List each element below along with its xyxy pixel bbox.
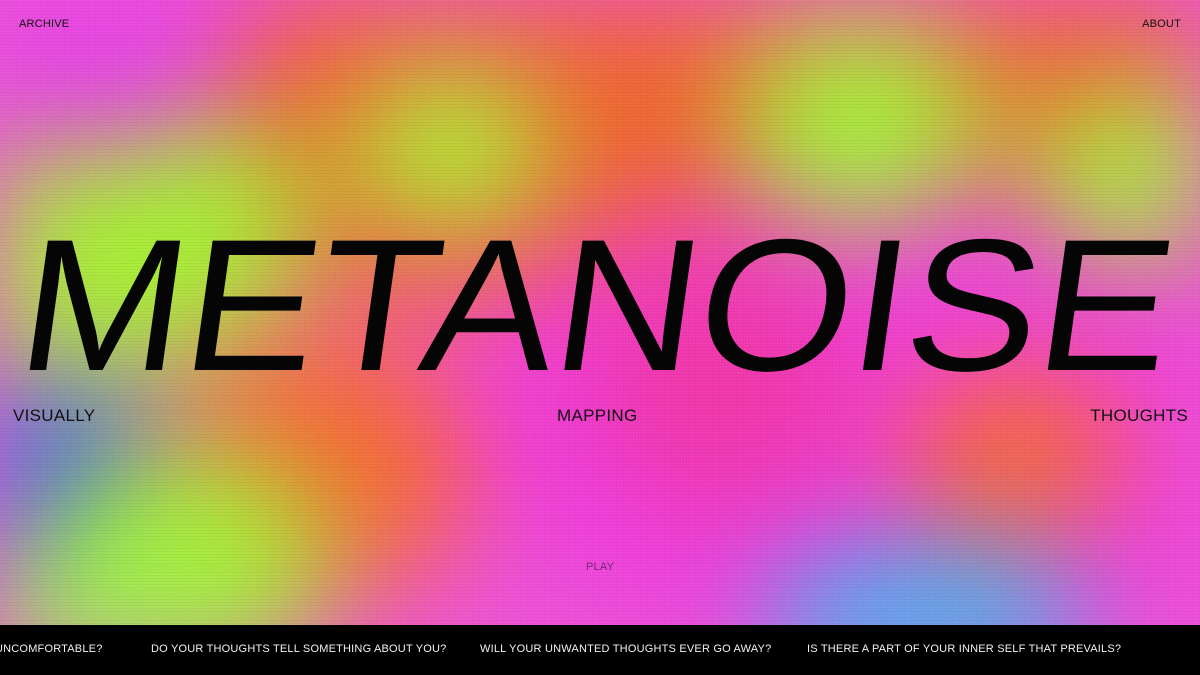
hero-title-svg: METANOISE [8, 201, 1188, 411]
ticker-question: UNCOMFORTABLE? [0, 643, 103, 655]
archive-link[interactable]: ARCHIVE [19, 18, 69, 30]
hero-title: METANOISE [8, 201, 1188, 411]
questions-ticker: UNCOMFORTABLE? DO YOUR THOUGHTS TELL SOM… [0, 625, 1200, 675]
tagline-visually: VISUALLY [13, 406, 96, 425]
tagline-mapping: MAPPING [557, 406, 638, 425]
ticker-question: IS THERE A PART OF YOUR INNER SELF THAT … [807, 643, 1122, 655]
ticker-question: DO YOUR THOUGHTS TELL SOMETHING ABOUT YO… [151, 643, 447, 655]
hero-title-group: METANOISE [8, 201, 1188, 411]
tagline-thoughts: THOUGHTS [1090, 406, 1188, 425]
play-button[interactable]: PLAY [586, 561, 614, 573]
ticker-track: UNCOMFORTABLE? DO YOUR THOUGHTS TELL SOM… [0, 643, 1200, 657]
page-root: ARCHIVE ABOUT METANOISE VISUALLY MAPPING… [0, 0, 1200, 675]
ticker-question: WILL YOUR UNWANTED THOUGHTS EVER GO AWAY… [480, 643, 772, 655]
about-link[interactable]: ABOUT [1142, 18, 1181, 30]
